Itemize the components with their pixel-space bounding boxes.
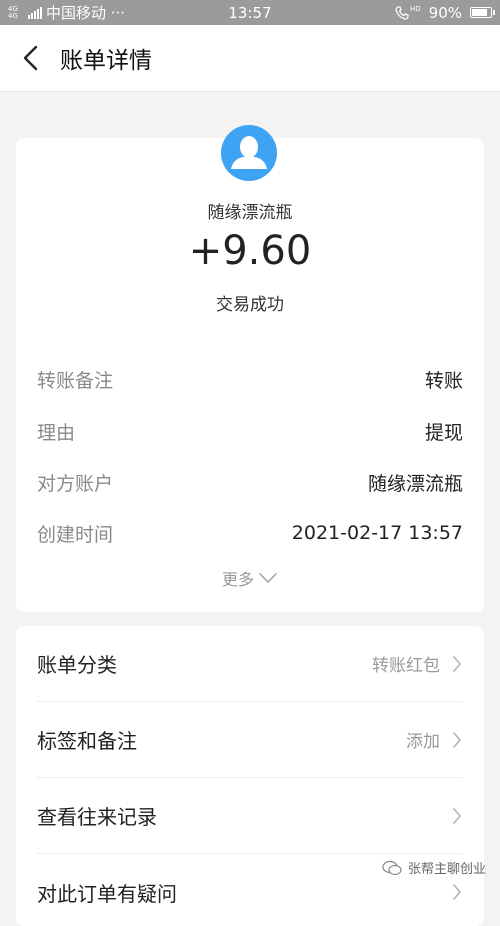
detail-value: 2021-02-17 13:57 — [291, 522, 463, 544]
network-type: 4G 4G — [8, 4, 18, 20]
menu-item-label: 账单分类 — [37, 653, 117, 677]
carrier-name: 中国移动 ··· — [46, 4, 126, 22]
chevron-left-icon — [23, 45, 38, 71]
detail-row-remark: 转账备注 转账 — [37, 364, 463, 394]
menu-item-value: 转账红包 — [372, 656, 440, 676]
more-label: 更多 — [221, 570, 254, 589]
header-bar: 账单详情 — [0, 25, 500, 92]
menu-item-label: 对此订单有疑问 — [37, 881, 177, 906]
hd-label: HD — [410, 4, 421, 13]
menu-item-history[interactable]: 查看往来记录 — [37, 778, 462, 854]
chevron-right-icon — [453, 884, 461, 900]
more-toggle[interactable]: 更多 — [16, 566, 484, 590]
detail-row-account: 对方账户 随缘漂流瓶 — [37, 467, 463, 497]
detail-label: 转账备注 — [37, 369, 114, 392]
menu-item-value: 添加 — [406, 732, 440, 752]
watermark-text: 张帮主聊创业 — [407, 862, 486, 877]
detail-value: 转账 — [424, 369, 463, 392]
menu-item-tags-notes[interactable]: 标签和备注 添加 — [37, 702, 462, 778]
page-title: 账单详情 — [60, 48, 152, 74]
detail-label: 理由 — [37, 421, 76, 444]
menu-item-label: 标签和备注 — [37, 729, 137, 753]
chevron-right-icon — [453, 655, 461, 672]
user-icon — [231, 136, 267, 169]
detail-value: 随缘漂流瓶 — [367, 472, 463, 495]
battery-level: 90% — [428, 3, 462, 22]
transaction-status: 交易成功 — [216, 295, 284, 315]
menu-item-bill-category[interactable]: 账单分类 转账红包 — [37, 626, 462, 702]
chevron-down-icon — [259, 573, 277, 583]
menu-item-label: 查看往来记录 — [37, 805, 157, 829]
detail-row-created: 创建时间 2021-02-17 13:57 — [37, 518, 463, 548]
call-hd-icon: HD — [395, 4, 421, 20]
avatar — [221, 125, 277, 181]
payer-name: 随缘漂流瓶 — [207, 203, 293, 223]
chevron-right-icon — [453, 807, 461, 824]
back-button[interactable] — [0, 25, 60, 91]
status-bar: 4G 4G 中国移动 ··· 13:57 HD 90% — [0, 0, 500, 25]
bill-summary-card: 随缘漂流瓶 +9.60 交易成功 转账备注 转账 理由 提现 对方账户 随缘漂流… — [16, 125, 484, 612]
watermark: 张帮主聊创业 — [382, 858, 486, 877]
chevron-right-icon — [453, 731, 461, 748]
battery-icon — [470, 7, 495, 18]
detail-row-reason: 理由 提现 — [37, 416, 463, 446]
detail-label: 对方账户 — [37, 472, 114, 495]
detail-label: 创建时间 — [37, 523, 114, 546]
detail-value: 提现 — [424, 421, 463, 444]
wechat-icon — [382, 860, 402, 875]
signal-icon — [28, 6, 42, 19]
bill-actions-card: 账单分类 转账红包 标签和备注 添加 查看往来记录 对此订单有疑问 — [16, 626, 484, 926]
amount: +9.60 — [188, 228, 312, 274]
